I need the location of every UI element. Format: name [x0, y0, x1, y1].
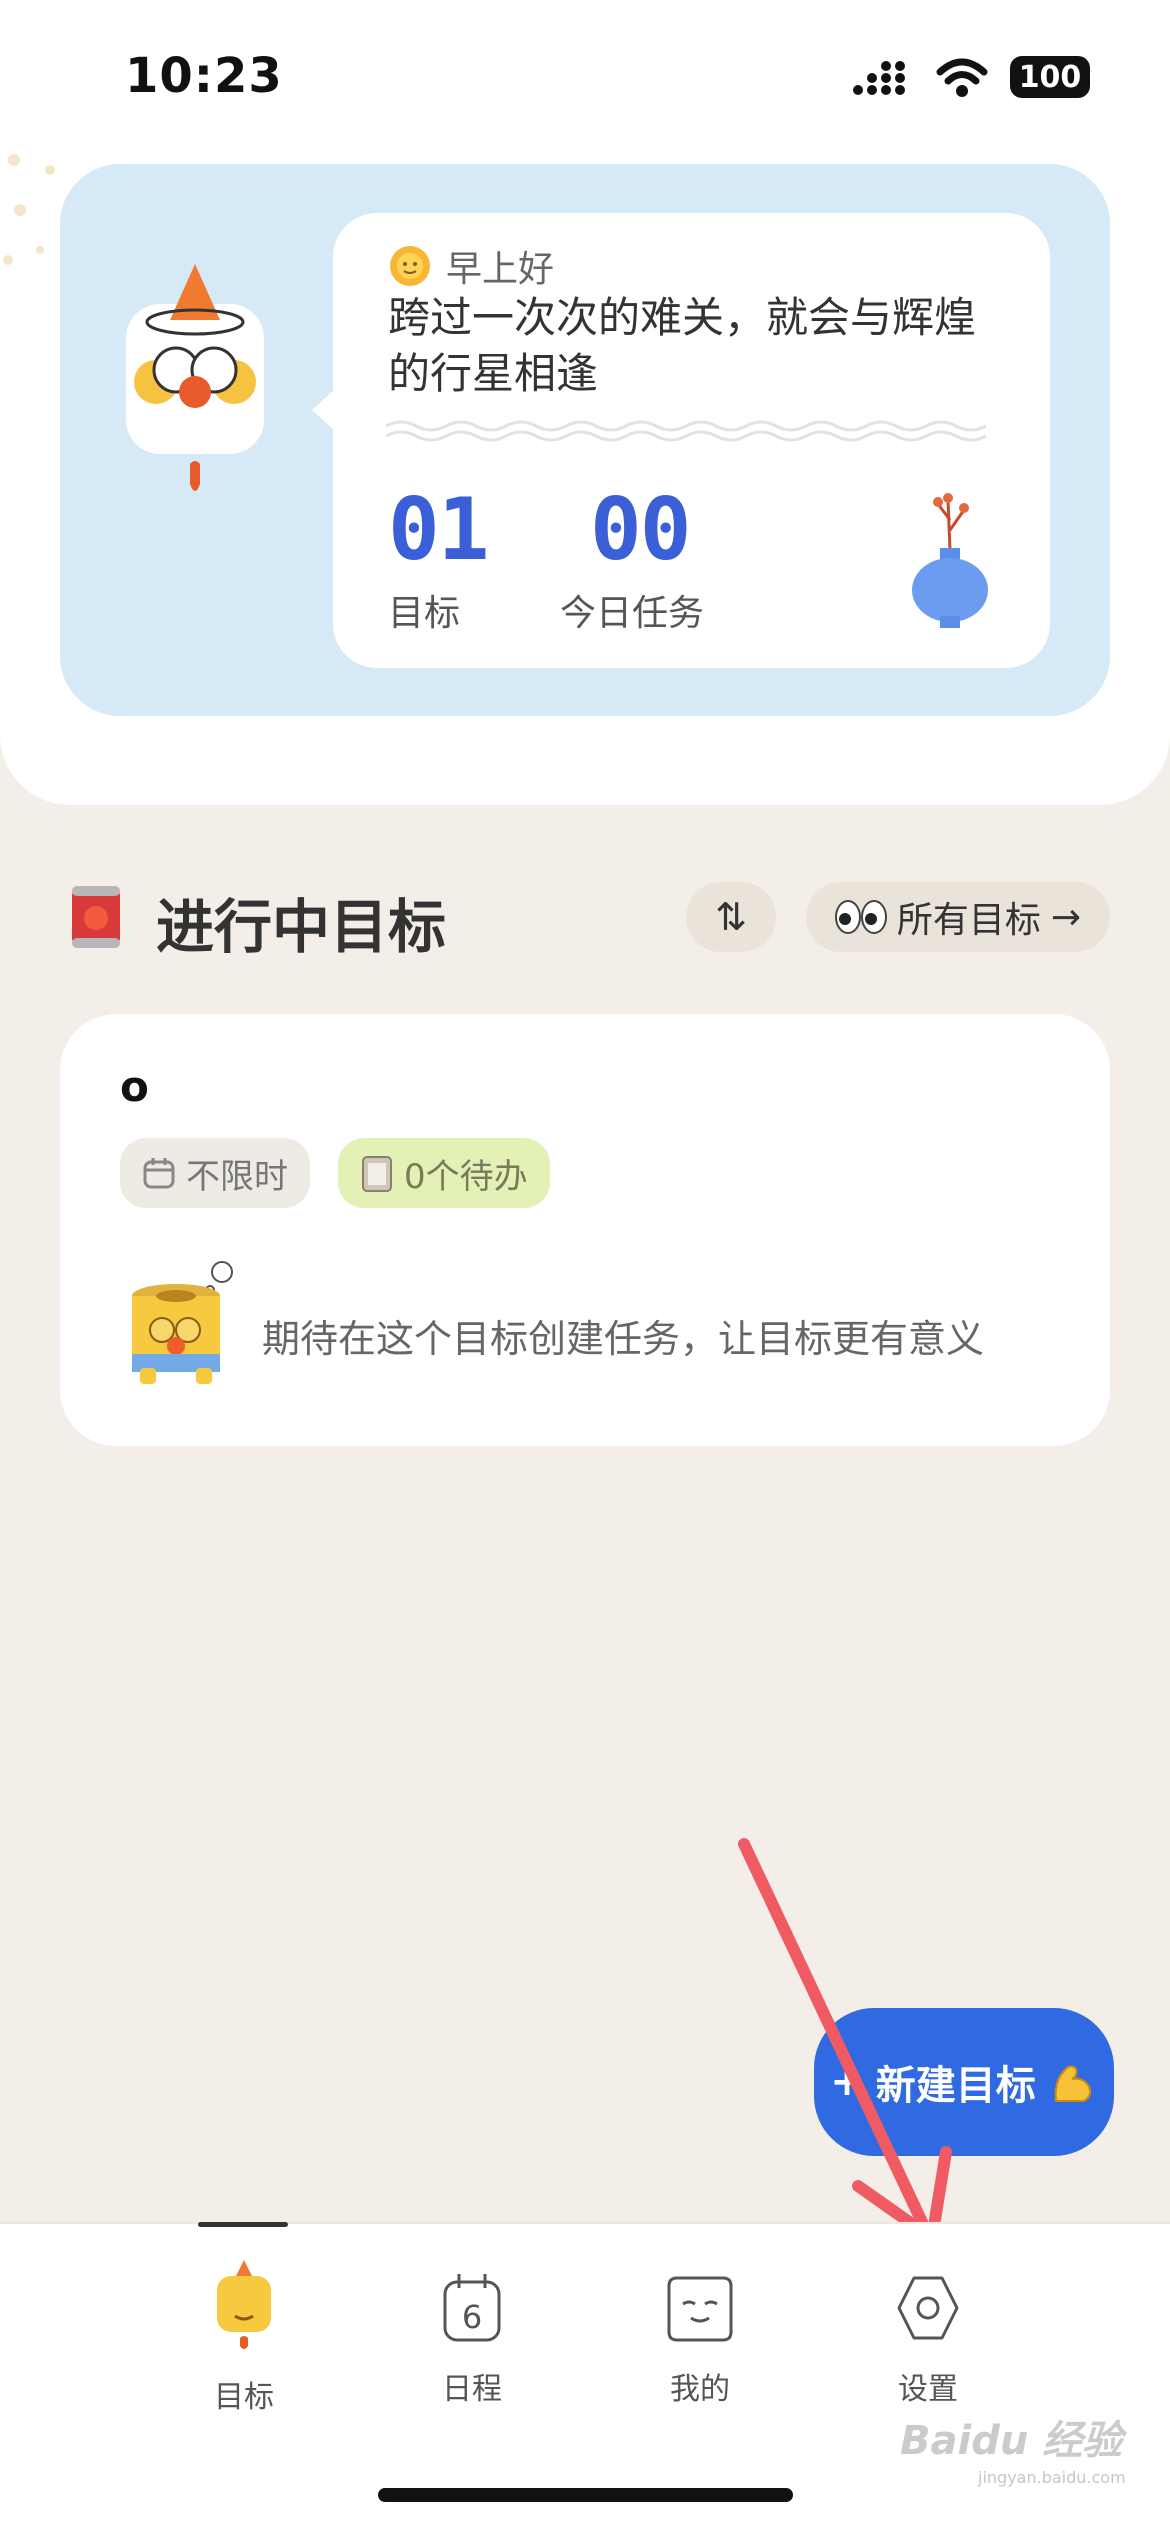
stat-tasks-label: 今日任务: [560, 593, 705, 634]
sort-button[interactable]: ⇅: [686, 882, 776, 952]
tab-settings[interactable]: 设置: [848, 2270, 1008, 2408]
stat-goals: 01: [388, 480, 490, 580]
profile-icon: [667, 2276, 733, 2342]
bubble-tail: [312, 388, 336, 432]
wavy-divider: [386, 420, 987, 442]
home-indicator: [378, 2488, 793, 2502]
can-mascot-icon: [132, 1261, 233, 1384]
tab-schedule[interactable]: 6 日程: [392, 2270, 552, 2408]
tab-schedule-label: 日程: [442, 2372, 502, 2407]
stat-goals-value: 01: [388, 480, 490, 580]
section-title: 进行中目标: [156, 893, 447, 961]
todo-count-text: 0个待办: [404, 1156, 528, 1197]
flexed-bicep-icon: [1054, 2065, 1091, 2102]
time-limit-text: 不限时: [186, 1156, 288, 1197]
active-tab-indicator: [198, 2222, 288, 2227]
time-limit-chip: 不限时: [120, 1138, 310, 1208]
tab-goals-label: 目标: [214, 2380, 274, 2415]
cellular-signal-icon: [853, 61, 905, 95]
tab-goals[interactable]: 目标: [164, 2258, 324, 2416]
wifi-icon: [936, 58, 988, 97]
calendar-day: 6: [462, 2298, 482, 2336]
sun-icon: [390, 246, 430, 286]
watermark-url: jingyan.baidu.com: [978, 2468, 1126, 2487]
all-goals-label: 所有目标: [896, 900, 1041, 941]
arrow-right-icon: →: [1050, 896, 1082, 938]
goal-mascot-icon: [217, 2260, 271, 2349]
mascot-icon: [126, 264, 264, 491]
motto-text: 跨过一次次的难关，就会与辉煌的行星相逢: [388, 293, 977, 398]
vase-icon: [912, 493, 988, 628]
stat-tasks-value: 00: [590, 480, 692, 580]
battery-indicator: 100: [1010, 56, 1090, 98]
calendar-icon: 6: [443, 2274, 501, 2342]
tab-profile-label: 我的: [670, 2372, 730, 2407]
greeting-text: 早上好: [446, 249, 555, 290]
clipboard-icon: [362, 1156, 392, 1192]
stat-goals-label: 目标: [388, 593, 461, 634]
eyes-icon: [834, 900, 887, 934]
greeting-row: 早上好: [388, 240, 554, 292]
tab-profile[interactable]: 我的: [620, 2270, 780, 2408]
status-time: 10:23: [125, 48, 283, 104]
empty-goal-message: 期待在这个目标创建任务，让目标更有意义: [262, 1317, 985, 1361]
tomato-can-icon: [72, 886, 120, 948]
calendar-small-icon: [143, 1158, 175, 1189]
goal-title: o: [120, 1062, 149, 1111]
settings-hexagon-icon: [897, 2276, 959, 2340]
stat-tasks: 00: [590, 480, 692, 580]
all-goals-button[interactable]: 所有目标 →: [806, 882, 1110, 952]
todo-count-chip: 0个待办: [338, 1138, 550, 1208]
sort-icon: ⇅: [715, 895, 747, 939]
watermark-brand: Baidu 经验: [900, 2418, 1123, 2464]
annotation-arrow: [738, 1838, 952, 2244]
tab-settings-label: 设置: [898, 2372, 958, 2407]
